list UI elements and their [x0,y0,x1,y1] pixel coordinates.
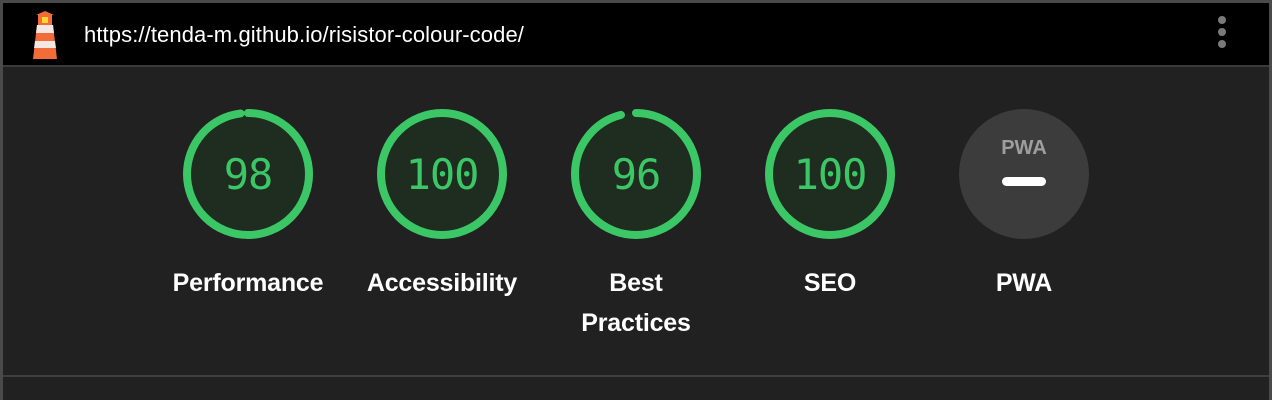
more-options-icon[interactable] [1215,16,1229,52]
gauge-label: Accessibility [366,269,518,297]
gauge-label: Performance [172,269,324,297]
section-divider [3,375,1269,377]
gauge-label: Best Practices [581,269,691,337]
lighthouse-report-frame: https://tenda-m.github.io/risistor-colou… [0,0,1272,400]
pwa-badge-text: PWA [1001,137,1047,159]
gauge-seo[interactable]: 100 SEO [745,109,915,303]
lighthouse-logo-icon [33,11,57,59]
gauge-label: SEO [803,269,857,297]
gauge-score: 100 [793,149,868,199]
gauge-performance[interactable]: 98 Performance [163,109,333,303]
gauge-accessibility[interactable]: 100 Accessibility [357,109,527,303]
gauge-pwa[interactable]: PWA PWA [939,109,1109,303]
report-topbar: https://tenda-m.github.io/risistor-colou… [3,3,1269,67]
gauge-score: 96 [611,149,662,199]
report-url[interactable]: https://tenda-m.github.io/risistor-colou… [84,22,524,48]
gauge-label: PWA [995,269,1053,297]
gauge-score: 100 [405,149,480,199]
gauge-best-practices[interactable]: 96 Best Practices [551,109,721,343]
gauge-score: 98 [223,149,274,199]
pwa-badge-icon: PWA [959,109,1089,239]
category-gauges: 98 Performance 100 Accessibility 96 Best… [3,67,1272,375]
